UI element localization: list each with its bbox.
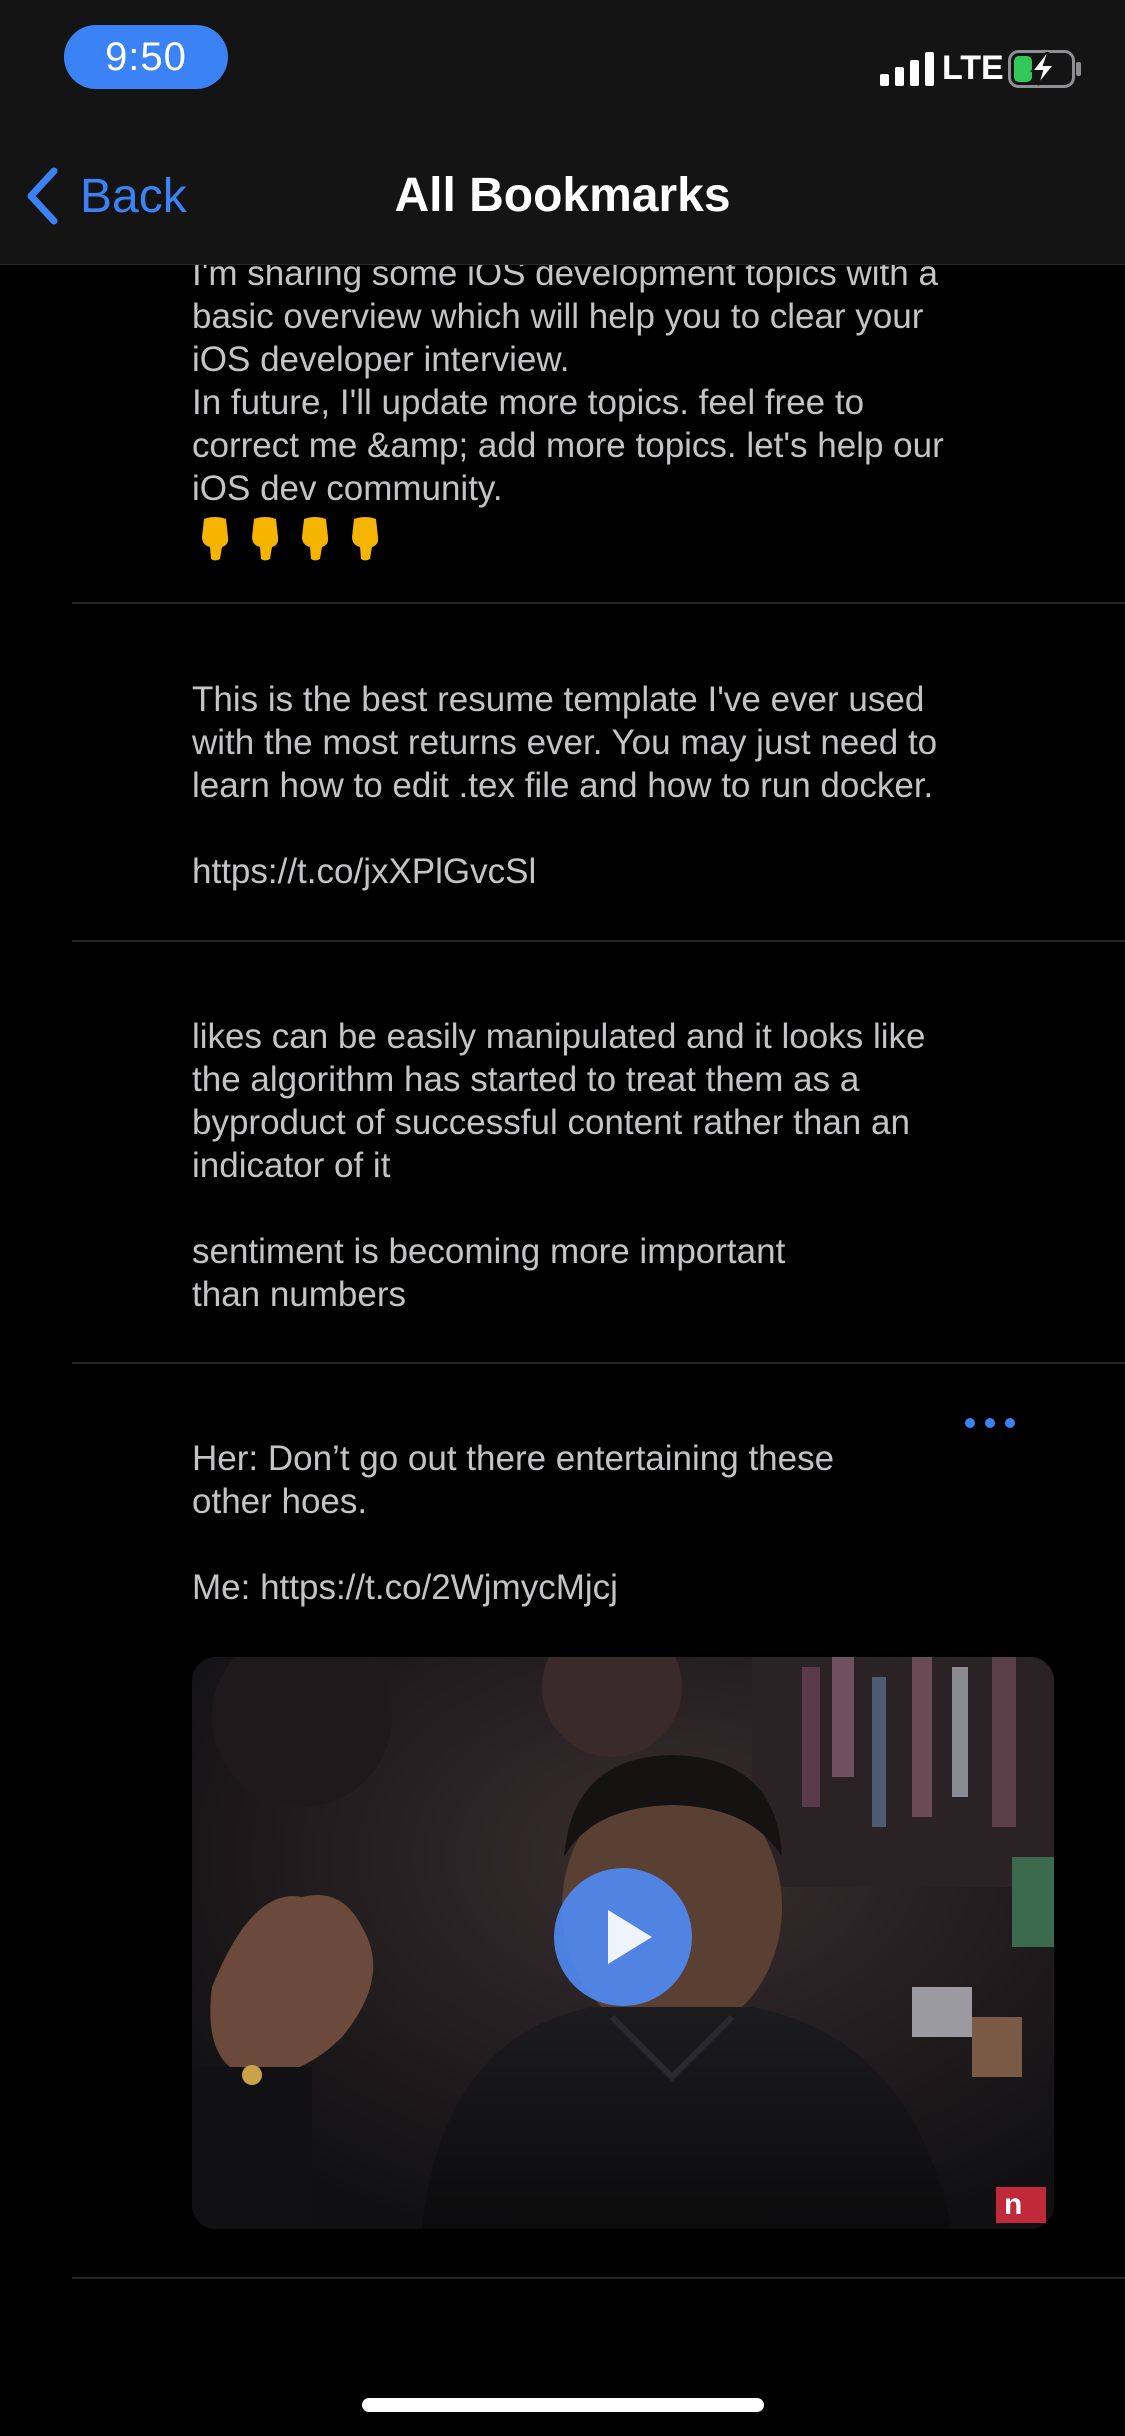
divider	[72, 940, 1125, 942]
home-indicator[interactable]	[362, 2398, 764, 2412]
divider	[72, 2277, 1125, 2279]
bookmarks-feed[interactable]: I'm sharing some iOS development topics …	[0, 265, 1125, 2436]
divider	[72, 602, 1125, 604]
pointing-down-hand-icon	[352, 517, 379, 561]
video-watermark: n	[1004, 2188, 1023, 2221]
cellular-signal-icon	[880, 52, 934, 86]
back-label: Back	[80, 169, 187, 223]
network-type: LTE	[942, 49, 1004, 87]
tweet-text: This is the best resume template I've ev…	[192, 680, 938, 891]
tweet-text: I'm sharing some iOS development topics …	[192, 265, 944, 508]
divider	[72, 1362, 1125, 1364]
navigation-bar: Back All Bookmarks	[0, 128, 1125, 265]
emoji-row	[196, 515, 384, 561]
status-bar: 9:50 LTE	[0, 0, 1125, 128]
play-button[interactable]	[554, 1868, 692, 2006]
pointing-down-hand-icon	[252, 517, 279, 561]
pointing-down-hand-icon	[202, 517, 229, 561]
pointing-down-hand-icon	[302, 517, 329, 561]
video-thumbnail[interactable]: n	[192, 1657, 1054, 2229]
status-time[interactable]: 9:50	[64, 25, 228, 89]
play-icon	[608, 1910, 652, 1964]
chevron-left-icon	[27, 167, 58, 225]
tweet-text: Her: Don’t go out there entertaining the…	[192, 1439, 835, 1607]
more-horizontal-icon[interactable]	[960, 1408, 1020, 1438]
battery-charging-icon	[1008, 50, 1081, 88]
back-button[interactable]: Back	[22, 158, 187, 234]
tweet-text: likes can be easily manipulated and it l…	[192, 1017, 926, 1314]
